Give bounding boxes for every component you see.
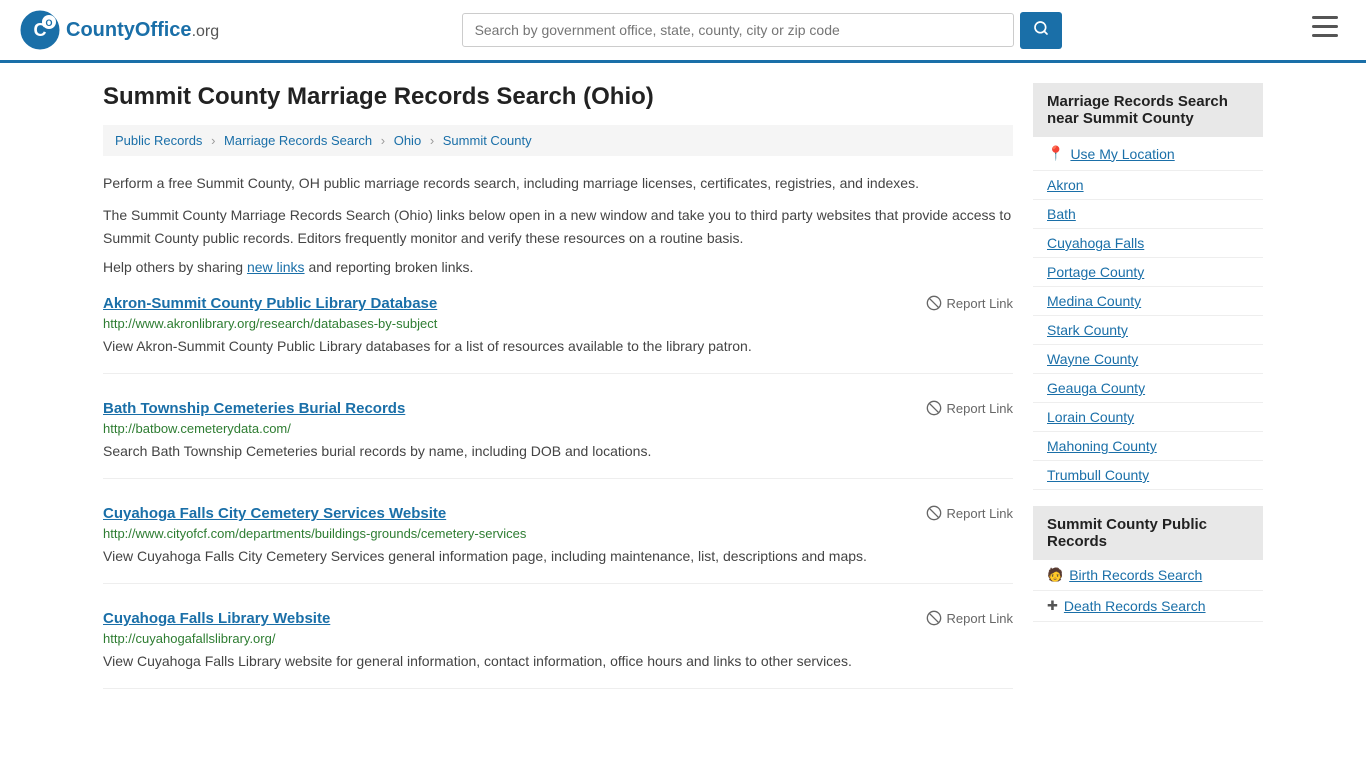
breadcrumb-public-records[interactable]: Public Records xyxy=(115,133,202,148)
sidebar-nearby-geauga-county[interactable]: Geauga County xyxy=(1033,374,1263,403)
main-container: Summit County Marriage Records Search (O… xyxy=(83,63,1283,715)
result-title-2[interactable]: Bath Township Cemeteries Burial Records xyxy=(103,400,405,417)
result-item-3: Cuyahoga Falls City Cemetery Services We… xyxy=(103,505,1013,584)
sidebar: Marriage Records Search near Summit Coun… xyxy=(1033,83,1263,715)
sidebar-nearby-section: Marriage Records Search near Summit Coun… xyxy=(1033,83,1263,490)
sidebar-nearby-wayne-county[interactable]: Wayne County xyxy=(1033,345,1263,374)
sidebar-nearby-akron[interactable]: Akron xyxy=(1033,171,1263,200)
report-link-3[interactable]: Report Link xyxy=(926,505,1013,521)
sidebar-nearby-portage-county[interactable]: Portage County xyxy=(1033,258,1263,287)
result-desc-4: View Cuyahoga Falls Library website for … xyxy=(103,651,1013,672)
logo-area[interactable]: C O CountyOffice.org xyxy=(20,10,219,50)
result-item-1: Akron-Summit County Public Library Datab… xyxy=(103,295,1013,374)
result-url-1: http://www.akronlibrary.org/research/dat… xyxy=(103,316,1013,331)
result-desc-3: View Cuyahoga Falls City Cemetery Servic… xyxy=(103,546,1013,567)
sidebar-records-section: Summit County Public Records 🧑 Birth Rec… xyxy=(1033,506,1263,622)
report-icon-1 xyxy=(926,295,942,311)
svg-text:O: O xyxy=(45,18,52,28)
sidebar-nearby-stark-county[interactable]: Stark County xyxy=(1033,316,1263,345)
report-icon-4 xyxy=(926,610,942,626)
hamburger-icon xyxy=(1312,16,1338,38)
sidebar-nearby-header: Marriage Records Search near Summit Coun… xyxy=(1033,83,1263,137)
sidebar-nearby-links: Akron Bath Cuyahoga Falls Portage County… xyxy=(1033,171,1263,490)
result-url-2: http://batbow.cemeterydata.com/ xyxy=(103,421,1013,436)
search-area xyxy=(462,12,1062,49)
new-links-link[interactable]: new links xyxy=(247,259,305,275)
report-icon-2 xyxy=(926,400,942,416)
result-title-1[interactable]: Akron-Summit County Public Library Datab… xyxy=(103,295,437,312)
sidebar-use-my-location[interactable]: 📍 Use My Location xyxy=(1033,137,1263,171)
result-item-2: Bath Township Cemeteries Burial Records … xyxy=(103,400,1013,479)
result-desc-2: Search Bath Township Cemeteries burial r… xyxy=(103,441,1013,462)
content: Summit County Marriage Records Search (O… xyxy=(103,83,1013,715)
cross-icon: ✚ xyxy=(1047,598,1058,614)
report-icon-3 xyxy=(926,505,942,521)
sidebar-records-links: 🧑 Birth Records Search ✚ Death Records S… xyxy=(1033,560,1263,622)
result-desc-1: View Akron-Summit County Public Library … xyxy=(103,336,1013,357)
header: C O CountyOffice.org xyxy=(0,0,1366,63)
page-title: Summit County Marriage Records Search (O… xyxy=(103,83,1013,111)
result-title-4[interactable]: Cuyahoga Falls Library Website xyxy=(103,610,330,627)
report-link-2[interactable]: Report Link xyxy=(926,400,1013,416)
description2: The Summit County Marriage Records Searc… xyxy=(103,204,1013,249)
report-link-4[interactable]: Report Link xyxy=(926,610,1013,626)
sidebar-records-header: Summit County Public Records xyxy=(1033,506,1263,560)
breadcrumb-marriage-records-search[interactable]: Marriage Records Search xyxy=(224,133,372,148)
result-item-4: Cuyahoga Falls Library Website Report Li… xyxy=(103,610,1013,689)
sidebar-death-records[interactable]: ✚ Death Records Search xyxy=(1033,591,1263,622)
description1: Perform a free Summit County, OH public … xyxy=(103,172,1013,194)
sidebar-nearby-lorain-county[interactable]: Lorain County xyxy=(1033,403,1263,432)
menu-button[interactable] xyxy=(1304,12,1346,48)
location-pin-icon: 📍 xyxy=(1047,145,1064,162)
sidebar-nearby-cuyahoga-falls[interactable]: Cuyahoga Falls xyxy=(1033,229,1263,258)
help-text: Help others by sharing new links and rep… xyxy=(103,259,1013,275)
result-url-4: http://cuyahogafallslibrary.org/ xyxy=(103,631,1013,646)
breadcrumb-ohio[interactable]: Ohio xyxy=(394,133,421,148)
result-title-3[interactable]: Cuyahoga Falls City Cemetery Services We… xyxy=(103,505,446,522)
search-button[interactable] xyxy=(1020,12,1062,49)
report-link-1[interactable]: Report Link xyxy=(926,295,1013,311)
sidebar-nearby-medina-county[interactable]: Medina County xyxy=(1033,287,1263,316)
breadcrumb: Public Records › Marriage Records Search… xyxy=(103,125,1013,156)
sidebar-nearby-trumbull-county[interactable]: Trumbull County xyxy=(1033,461,1263,490)
breadcrumb-summit-county[interactable]: Summit County xyxy=(443,133,532,148)
search-input[interactable] xyxy=(462,13,1014,47)
search-icon xyxy=(1033,20,1049,36)
logo-icon: C O xyxy=(20,10,60,50)
sidebar-nearby-bath[interactable]: Bath xyxy=(1033,200,1263,229)
results-list: Akron-Summit County Public Library Datab… xyxy=(103,295,1013,689)
result-url-3: http://www.cityofcf.com/departments/buil… xyxy=(103,526,1013,541)
logo-text: CountyOffice.org xyxy=(66,19,219,42)
person-icon: 🧑 xyxy=(1047,567,1063,583)
use-my-location-link[interactable]: Use My Location xyxy=(1070,146,1174,162)
sidebar-birth-records[interactable]: 🧑 Birth Records Search xyxy=(1033,560,1263,591)
sidebar-nearby-mahoning-county[interactable]: Mahoning County xyxy=(1033,432,1263,461)
